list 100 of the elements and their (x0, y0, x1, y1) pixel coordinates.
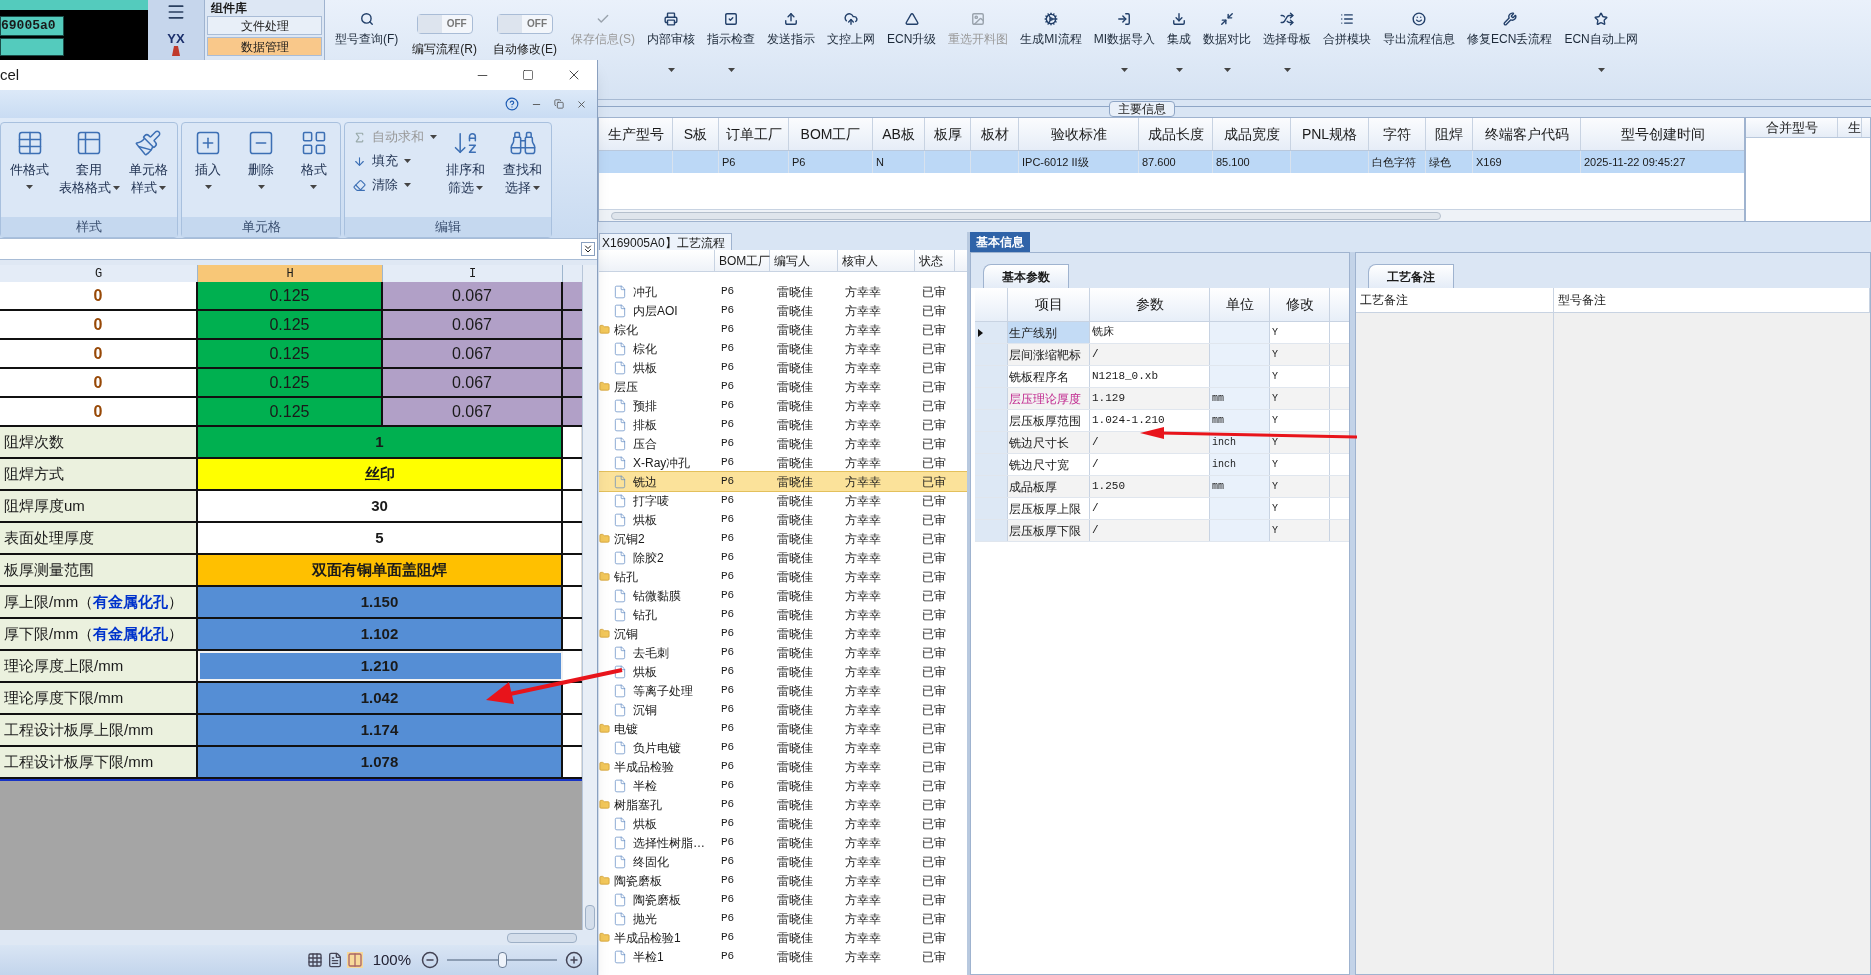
tree-row[interactable]: 层压 P6 雷晓佳 方幸幸 已审 (599, 377, 967, 396)
tree-row[interactable]: 烘板 P6 雷晓佳 方幸幸 已审 (599, 814, 967, 833)
tree-row[interactable]: 沉铜2 P6 雷晓佳 方幸幸 已审 (599, 529, 967, 548)
column-header[interactable]: 单位 (1210, 288, 1270, 321)
tree-row[interactable]: 电镀 P6 雷晓佳 方幸幸 已审 (599, 719, 967, 738)
spreadsheet-cell[interactable]: 厚下限/mm（有金属化孔） (0, 619, 198, 649)
column-header[interactable]: S板 (673, 118, 719, 150)
row-header-cell[interactable] (975, 454, 1008, 475)
spreadsheet-cell[interactable]: 表面处理厚度 (0, 523, 198, 553)
spreadsheet-cell[interactable]: 0.125 (198, 398, 383, 425)
spreadsheet-cell[interactable] (563, 398, 583, 425)
toolbar-button[interactable]: 修复ECN丢流程 (1461, 0, 1559, 50)
toolbar-button[interactable]: 内部审核 (641, 0, 701, 74)
tree-row[interactable]: 沉铜 P6 雷晓佳 方幸幸 已审 (599, 700, 967, 719)
ribbon-button[interactable]: 单元格 样式 (119, 123, 177, 197)
spreadsheet-cell[interactable]: 0.125 (198, 369, 383, 396)
scrollbar-thumb[interactable] (507, 932, 577, 943)
ribbon-button[interactable]: 查找和 选择 (494, 123, 551, 197)
spreadsheet-cell[interactable]: 工程设计板厚下限/mm (0, 747, 198, 777)
tree-row[interactable]: 陶瓷磨板 P6 雷晓佳 方幸幸 已审 (599, 871, 967, 890)
tree-row[interactable]: 选择性树脂… P6 雷晓佳 方幸幸 已审 (599, 833, 967, 852)
column-header[interactable]: 修改 (1270, 288, 1330, 321)
column-header[interactable]: 工艺备注 (1356, 288, 1554, 312)
toolbar-button[interactable]: 生成MI流程 (1014, 0, 1088, 50)
toolbar-button[interactable]: 指示检查 (701, 0, 761, 74)
tree-row[interactable]: 除胶2 P6 雷晓佳 方幸幸 已审 (599, 548, 967, 567)
ribbon-button[interactable]: 格式 (287, 123, 340, 189)
tree-row[interactable]: 去毛刺 P6 雷晓佳 方幸幸 已审 (599, 643, 967, 662)
spreadsheet-cell[interactable]: 板厚测量范围 (0, 555, 198, 585)
table-cell[interactable]: 铣边尺寸宽 (1008, 454, 1090, 475)
ribbon-button[interactable]: 件格式 (1, 123, 59, 189)
spreadsheet-cell[interactable]: 1 (198, 427, 563, 457)
page-icon[interactable] (326, 952, 343, 968)
panel-tab[interactable]: 基本参数 (983, 264, 1069, 288)
row-header-cell[interactable] (975, 410, 1008, 431)
spreadsheet-cell[interactable] (563, 311, 583, 338)
spreadsheet-cell[interactable]: 0.067 (383, 311, 563, 338)
ribbon-button[interactable]: 插入 (182, 123, 235, 189)
spreadsheet-cell[interactable]: 1.042 (198, 683, 563, 713)
scrollbar-thumb[interactable] (611, 211, 1441, 220)
column-header[interactable]: 生产型号 (599, 118, 673, 150)
column-header[interactable]: 板材 (971, 118, 1019, 150)
row-header-cell[interactable] (975, 366, 1008, 387)
tree-row[interactable]: 棕化 P6 雷晓佳 方幸幸 已审 (599, 320, 967, 339)
tree-row[interactable]: 烘板 P6 雷晓佳 方幸幸 已审 (599, 510, 967, 529)
column-header[interactable]: 合并型号 (1746, 118, 1838, 137)
table-cell[interactable]: 铣边尺寸长 (1008, 432, 1090, 453)
spreadsheet-cell[interactable]: 阻焊次数 (0, 427, 198, 457)
spreadsheet-cell[interactable]: 理论厚度下限/mm (0, 683, 198, 713)
table-cell[interactable]: 成品板厚 (1008, 476, 1090, 497)
toolbar-button[interactable]: 发送指示 (761, 0, 821, 50)
tree-row[interactable]: 终固化 P6 雷晓佳 方幸幸 已审 (599, 852, 967, 871)
column-header[interactable]: 状态 (915, 250, 955, 271)
table-row[interactable]: P6 P6 N IPC-6012 II级 87.600 85.100 白色字符 绿色 X169 2025-11-22 09:45:27 (599, 151, 1744, 173)
toggle-switch[interactable]: OFF (497, 14, 553, 34)
column-header[interactable]: 阻焊 (1426, 118, 1473, 150)
column-header[interactable]: 成品长度 (1139, 118, 1213, 150)
toolbar-button[interactable]: 导出流程信息 (1377, 0, 1462, 50)
ribbon-button[interactable]: 排序和 筛选 (437, 123, 494, 197)
tree-row[interactable]: 树脂塞孔 P6 雷晓佳 方幸幸 已审 (599, 795, 967, 814)
spreadsheet-cell[interactable]: 阻焊厚度um (0, 491, 198, 521)
column-header[interactable]: 字符 (1369, 118, 1426, 150)
column-header[interactable]: PNL规格 (1291, 118, 1369, 150)
spreadsheet-cell[interactable]: 0.125 (198, 340, 383, 367)
toolbar-button[interactable]: 文控上网 (821, 0, 881, 50)
row-header-cell[interactable] (975, 476, 1008, 497)
tree-row[interactable]: 钻孔 P6 雷晓佳 方幸幸 已审 (599, 567, 967, 586)
restore-icon[interactable] (554, 99, 564, 109)
tree-row[interactable]: 压合 P6 雷晓佳 方幸幸 已审 (599, 434, 967, 453)
spreadsheet-cell[interactable]: 丝印 (198, 459, 563, 489)
tree-row[interactable]: 冲孔 P6 雷晓佳 方幸幸 已审 (599, 282, 967, 301)
panel-tab[interactable]: 基本信息 (970, 232, 1030, 252)
tree-row[interactable]: 钻微黏膜 P6 雷晓佳 方幸幸 已审 (599, 586, 967, 605)
tree-row[interactable]: 烘板 P6 雷晓佳 方幸幸 已审 (599, 662, 967, 681)
spreadsheet-cell[interactable]: 1.102 (198, 619, 563, 649)
row-header-cell[interactable] (975, 388, 1008, 409)
tree-row[interactable]: 烘板 P6 雷晓佳 方幸幸 已审 (599, 358, 967, 377)
spreadsheet-cell[interactable]: 0.067 (383, 282, 563, 309)
spreadsheet-cell[interactable]: 1.210 (198, 651, 563, 681)
tree-row[interactable]: 等离子处理 P6 雷晓佳 方幸幸 已审 (599, 681, 967, 700)
table-cell[interactable]: 层间涨缩靶标 (1008, 344, 1090, 365)
tree-row[interactable]: 预排 P6 雷晓佳 方幸幸 已审 (599, 396, 967, 415)
table-cell[interactable]: 铣板程序名 (1008, 366, 1090, 387)
spreadsheet-cell[interactable]: 阻焊方式 (0, 459, 198, 489)
spreadsheet-cell[interactable]: 0.125 (198, 311, 383, 338)
column-header[interactable]: 核审人 (838, 250, 915, 271)
table-cell[interactable]: 层压板厚上限 (1008, 498, 1090, 519)
spreadsheet-cell[interactable]: 0.067 (383, 340, 563, 367)
tree-row[interactable]: X-Ray冲孔 P6 雷晓佳 方幸幸 已审 (599, 453, 967, 472)
toolbar-button[interactable]: 集成 (1161, 0, 1198, 74)
spreadsheet-cell[interactable]: 1.078 (198, 747, 563, 777)
ribbon-button[interactable]: 清除 (353, 175, 437, 195)
column-header[interactable]: BOM工厂 (789, 118, 873, 150)
column-header[interactable]: 生 (1838, 118, 1862, 137)
spreadsheet-cell[interactable]: 厚上限/mm（有金属化孔） (0, 587, 198, 617)
tree-row[interactable]: 抛光 P6 雷晓佳 方幸幸 已审 (599, 909, 967, 928)
zoom-out-icon[interactable] (421, 951, 439, 969)
zoom-in-icon[interactable] (565, 951, 583, 969)
tree-row[interactable]: 排板 P6 雷晓佳 方幸幸 已审 (599, 415, 967, 434)
column-header[interactable]: I (383, 265, 563, 282)
